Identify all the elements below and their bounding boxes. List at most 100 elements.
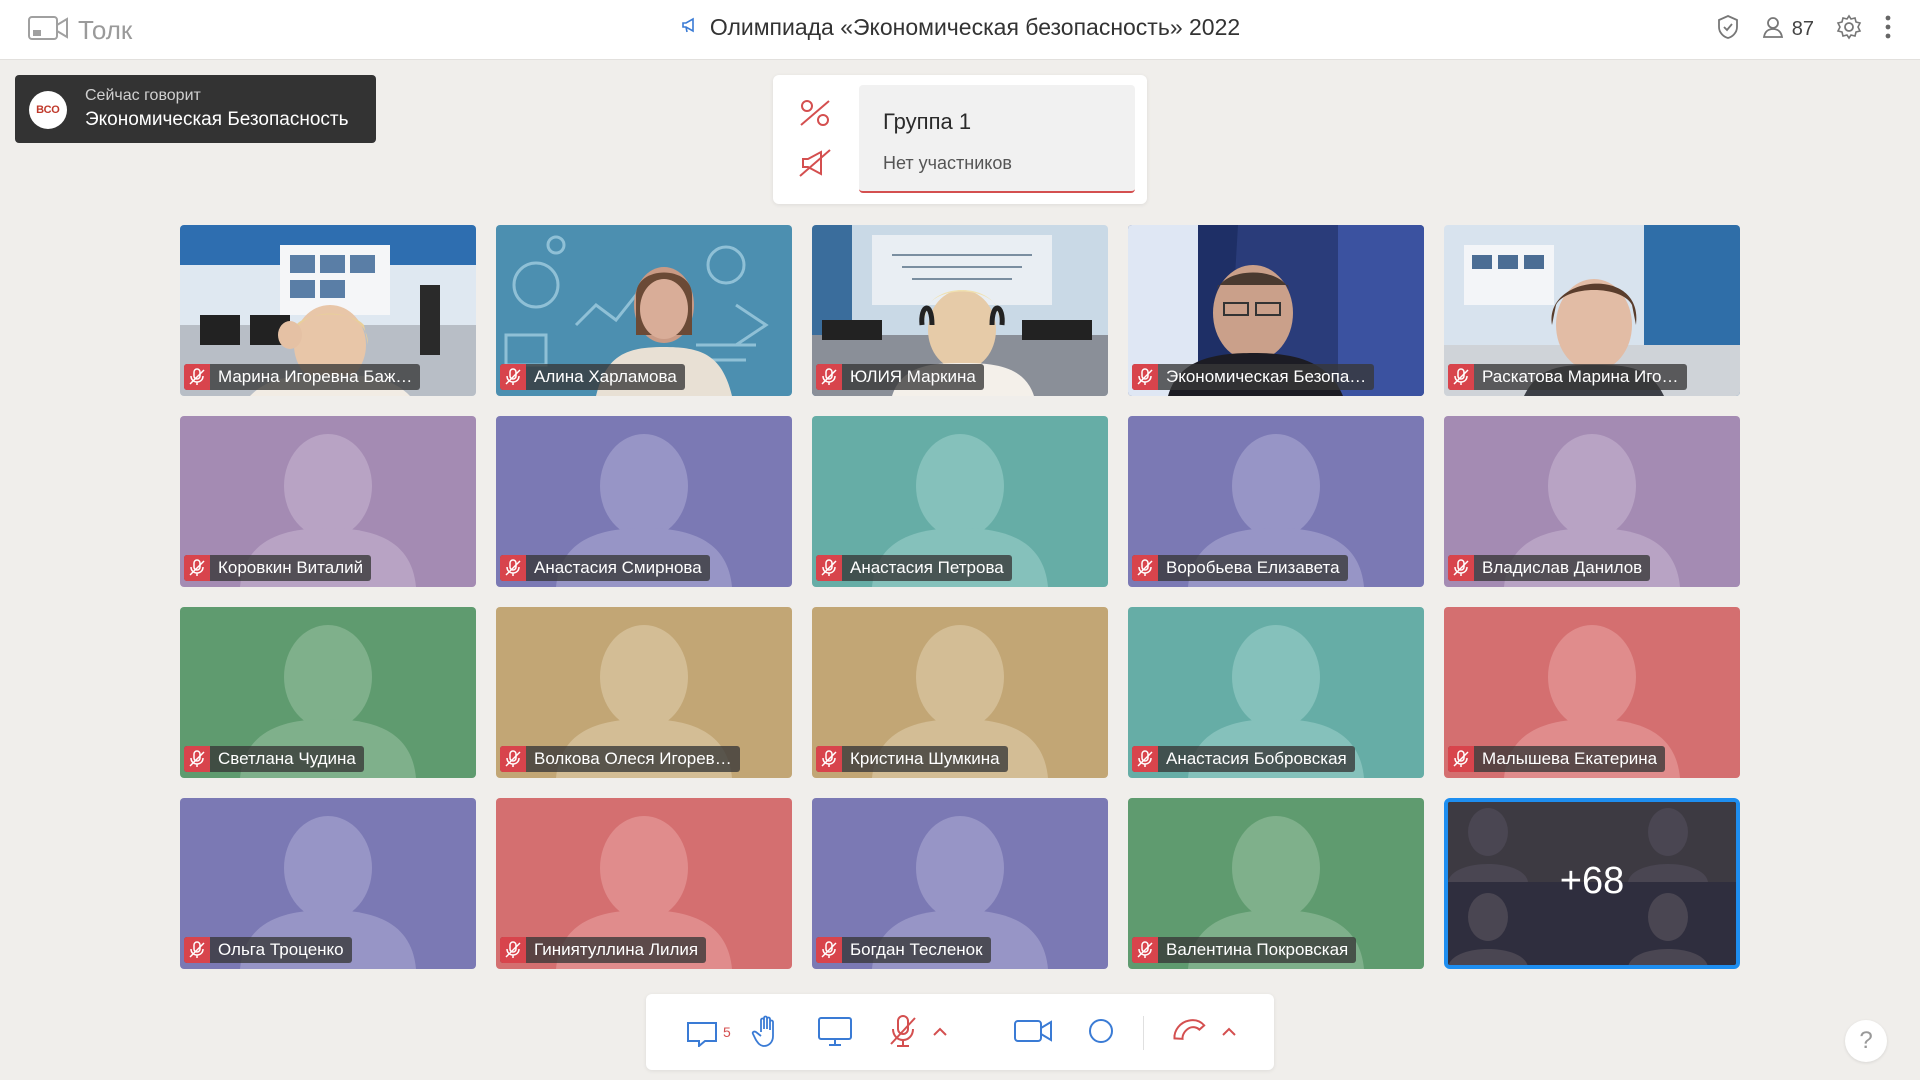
conference-title: Олимпиада «Экономическая безопасность» 2… (709, 14, 1241, 40)
participant-label: Экономическая Безопа… (1132, 364, 1375, 390)
participant-name: Алина Харламова (534, 367, 677, 386)
microphone-off-icon (1132, 364, 1158, 390)
toolbar-divider (1143, 1016, 1144, 1050)
hang-up-button[interactable] (1169, 1012, 1211, 1054)
call-toolbar: 5 (646, 994, 1274, 1070)
screen-share-button[interactable] (814, 1012, 856, 1054)
participant-tile[interactable]: Воробьева Елизавета (1128, 416, 1424, 587)
participant-name: Раскатова Марина Иго… (1482, 367, 1679, 386)
chat-unread-badge: 5 (723, 1024, 731, 1040)
participant-label: Анастасия Смирнова (500, 555, 710, 581)
megaphone-off-icon[interactable] (797, 147, 833, 184)
participants-button[interactable]: 87 (1762, 15, 1814, 44)
participant-name: Марина Игоревна Баж… (218, 367, 413, 386)
participant-tile[interactable]: Анастасия Петрова (812, 416, 1108, 587)
participant-name: Малышева Екатерина (1482, 749, 1658, 768)
participant-tile[interactable]: Светлана Чудина (180, 607, 476, 778)
participant-name: Экономическая Безопа… (1166, 367, 1367, 386)
speaking-now-name: Экономическая Безопасность (85, 109, 349, 130)
participant-label: Раскатова Марина Иго… (1448, 364, 1687, 390)
participant-tile[interactable]: Владислав Данилов (1444, 416, 1740, 587)
participant-label: Валентина Покровская (1132, 937, 1357, 963)
participant-label: Марина Игоревна Баж… (184, 364, 421, 390)
hand-icon (751, 1014, 783, 1053)
participant-tile[interactable]: Раскатова Марина Иго… (1444, 225, 1740, 396)
microphone-off-icon (184, 746, 210, 772)
microphone-off-icon (184, 555, 210, 581)
participant-tile[interactable]: Алина Харламова (496, 225, 792, 396)
participant-tile[interactable]: Гиниятуллина Лилия (496, 798, 792, 969)
participant-name: Анастасия Смирнова (534, 558, 702, 577)
microphone-off-icon (500, 746, 526, 772)
raise-hand-button[interactable] (746, 1012, 788, 1054)
participant-name: Коровкин Виталий (218, 558, 364, 577)
participant-label: Анастасия Петрова (816, 555, 1012, 581)
participant-tile[interactable]: Волкова Олеся Игорев… (496, 607, 792, 778)
participant-label: Ольга Троценко (184, 937, 352, 963)
participant-name: Анастасия Бобровская (1166, 749, 1347, 768)
participant-label: Алина Харламова (500, 364, 685, 390)
top-bar: Толк Олимпиада «Экономическая безопаснос… (0, 0, 1920, 60)
participant-tile[interactable]: Кристина Шумкина (812, 607, 1108, 778)
participant-tile[interactable]: ЮЛИЯ Маркина (812, 225, 1108, 396)
participant-label: ЮЛИЯ Маркина (816, 364, 984, 390)
microphone-off-icon (816, 937, 842, 963)
shield-check-icon[interactable] (1716, 14, 1740, 45)
participant-label: Гиниятуллина Лилия (500, 937, 707, 963)
participant-name: Ольга Троценко (218, 940, 344, 959)
microphone-off-icon (184, 937, 210, 963)
help-button[interactable]: ? (1845, 1020, 1887, 1062)
microphone-options-button[interactable] (928, 1012, 952, 1054)
microphone-off-icon (816, 364, 842, 390)
microphone-off-icon (1448, 555, 1474, 581)
percent-off-icon[interactable] (797, 97, 833, 134)
participant-tile[interactable]: Анастасия Бобровская (1128, 607, 1424, 778)
participant-name: Воробьева Елизавета (1166, 558, 1340, 577)
participant-label: Анастасия Бобровская (1132, 746, 1355, 772)
participant-tile[interactable]: Экономическая Безопа… (1128, 225, 1424, 396)
participant-label: Богдан Тесленок (816, 937, 991, 963)
group-card[interactable]: Группа 1 Нет участников (859, 85, 1135, 193)
hang-up-options-button[interactable] (1217, 1012, 1241, 1054)
microphone-off-icon (816, 746, 842, 772)
participant-tile[interactable]: Ольга Троценко (180, 798, 476, 969)
participant-label: Светлана Чудина (184, 746, 364, 772)
group-status: Нет участников (883, 153, 1012, 173)
participant-label: Воробьева Елизавета (1132, 555, 1348, 581)
participant-name: Светлана Чудина (218, 749, 356, 768)
participant-name: Гиниятуллина Лилия (534, 940, 699, 959)
video-camera-icon (1013, 1017, 1053, 1050)
microphone-off-icon (500, 937, 526, 963)
participant-name: Волкова Олеся Игорев… (534, 749, 732, 768)
more-participants-tile[interactable]: +68 (1444, 798, 1740, 969)
participant-tile[interactable]: Коровкин Виталий (180, 416, 476, 587)
camera-button[interactable] (1012, 1012, 1054, 1054)
microphone-off-icon (500, 364, 526, 390)
microphone-off-icon (888, 1014, 918, 1053)
microphone-off-icon (1132, 746, 1158, 772)
microphone-off-icon (816, 555, 842, 581)
participant-name: Валентина Покровская (1166, 940, 1349, 959)
gear-icon[interactable] (1836, 14, 1862, 45)
participants-count: 87 (1791, 18, 1814, 40)
participant-label: Кристина Шумкина (816, 746, 1008, 772)
microphone-off-icon (1132, 937, 1158, 963)
participant-label: Владислав Данилов (1448, 555, 1651, 581)
participant-tile[interactable]: Анастасия Смирнова (496, 416, 792, 587)
participant-name: Владислав Данилов (1482, 558, 1643, 577)
participant-tile[interactable]: Валентина Покровская (1128, 798, 1424, 969)
record-circle-icon (1086, 1016, 1116, 1051)
phone-hangup-icon (1171, 1015, 1209, 1052)
record-button[interactable] (1080, 1012, 1122, 1054)
megaphone-icon (680, 15, 700, 40)
microphone-button[interactable] (882, 1012, 924, 1054)
participant-name: Богдан Тесленок (850, 940, 983, 959)
more-vertical-icon[interactable] (1884, 14, 1892, 45)
participant-label: Волкова Олеся Игорев… (500, 746, 740, 772)
chat-button[interactable]: 5 (681, 1012, 731, 1054)
participant-tile[interactable]: Богдан Тесленок (812, 798, 1108, 969)
participant-name: Анастасия Петрова (850, 558, 1004, 577)
participant-tile[interactable]: Малышева Екатерина (1444, 607, 1740, 778)
group-name: Группа 1 (883, 109, 972, 134)
participant-tile[interactable]: Марина Игоревна Баж… (180, 225, 476, 396)
